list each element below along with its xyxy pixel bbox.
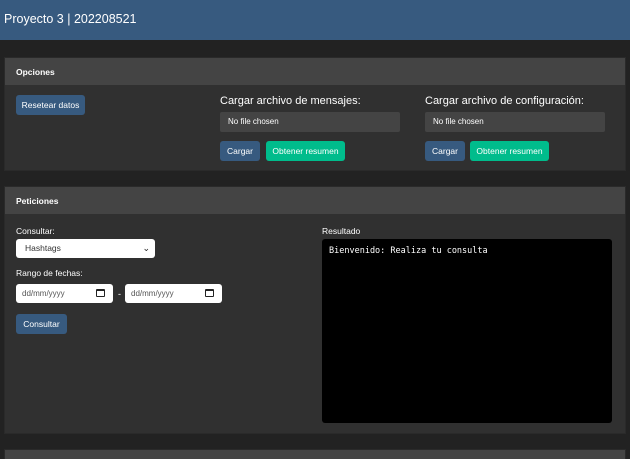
configuracion-upload-title: Cargar archivo de configuración: xyxy=(425,95,584,107)
configuracion-resumen-button[interactable]: Obtener resumen xyxy=(470,141,549,161)
mensajes-file-input[interactable]: No file chosen xyxy=(220,112,400,132)
configuracion-cargar-button[interactable]: Cargar xyxy=(425,141,465,161)
consultar-button[interactable]: Consultar xyxy=(16,314,67,334)
mensajes-upload-title: Cargar archivo de mensajes: xyxy=(220,95,361,107)
mensajes-cargar-button[interactable]: Cargar xyxy=(220,141,260,161)
resultado-label: Resultado xyxy=(322,226,361,236)
date-range-separator: - xyxy=(118,289,121,299)
consultar-label: Consultar: xyxy=(16,226,55,236)
calendar-icon[interactable] xyxy=(96,289,105,297)
rango-fechas-label: Rango de fechas: xyxy=(16,268,83,278)
opciones-card: Opciones Resetear datos Cargar archivo d… xyxy=(4,57,626,171)
peticiones-card-header: Peticiones xyxy=(5,187,625,214)
consulta-type-selected: Hashtags xyxy=(25,243,61,253)
date-to-placeholder: dd/mm/yyyy xyxy=(131,289,174,298)
date-from-placeholder: dd/mm/yyyy xyxy=(22,289,65,298)
bottom-card-partial xyxy=(4,449,626,459)
navbar-brand[interactable]: Proyecto 3 | 202208521 xyxy=(4,12,137,26)
consulta-type-select[interactable]: Hashtags ⌄ xyxy=(16,239,155,258)
peticiones-card: Peticiones Consultar: Hashtags ⌄ Rango d… xyxy=(4,186,626,434)
mensajes-resumen-button[interactable]: Obtener resumen xyxy=(266,141,345,161)
configuracion-file-input[interactable]: No file chosen xyxy=(425,112,605,132)
date-to-input[interactable]: dd/mm/yyyy xyxy=(125,284,222,303)
top-navbar: Proyecto 3 | 202208521 xyxy=(0,0,630,40)
date-from-input[interactable]: dd/mm/yyyy xyxy=(16,284,113,303)
reset-data-button[interactable]: Resetear datos xyxy=(16,95,85,115)
calendar-icon[interactable] xyxy=(205,289,214,297)
opciones-card-header: Opciones xyxy=(5,58,625,85)
chevron-down-icon: ⌄ xyxy=(142,243,150,253)
resultado-output[interactable]: Bienvenido: Realiza tu consulta xyxy=(322,239,612,423)
